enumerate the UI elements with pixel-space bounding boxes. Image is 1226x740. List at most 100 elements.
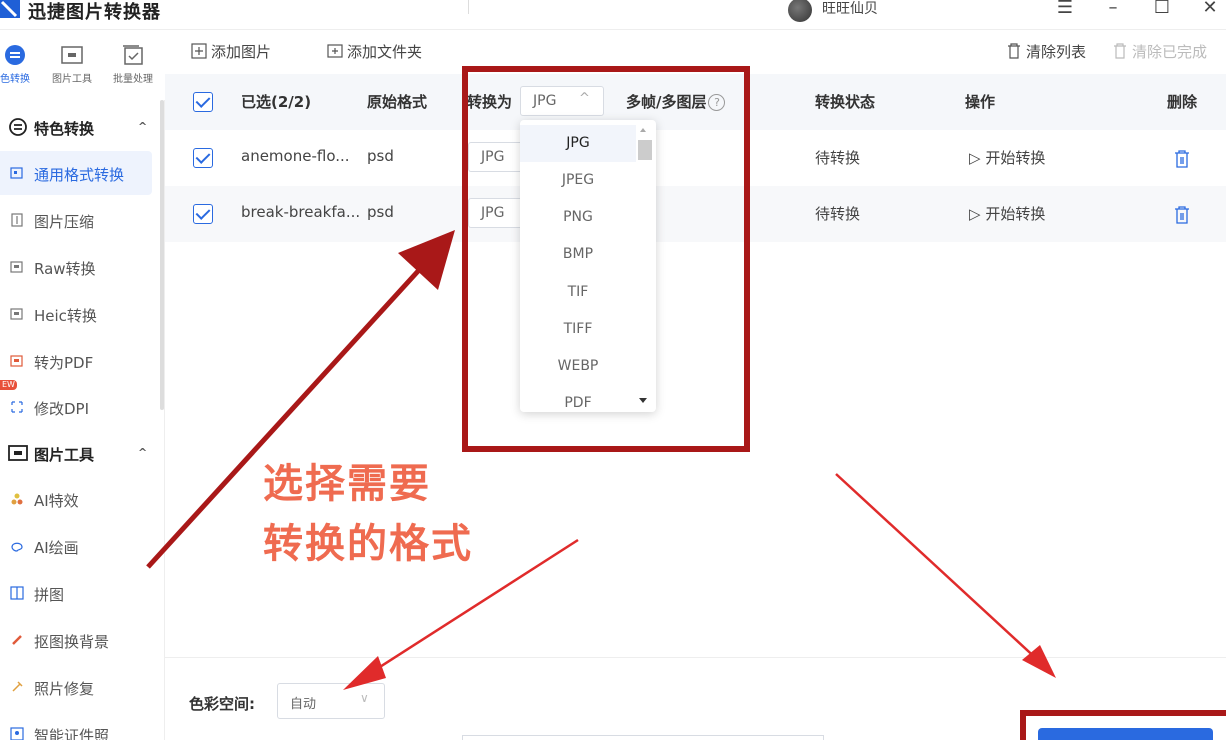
start-convert-button[interactable]: ▷ 开始转换 [969, 203, 1045, 224]
sidebar-item-heic[interactable]: Heic转换 [0, 292, 152, 336]
id-photo-icon [10, 727, 24, 740]
image-tools-icon [61, 46, 83, 64]
row-checkbox[interactable] [193, 148, 213, 168]
color-space-label: 色彩空间: [189, 695, 255, 713]
raw-icon [10, 261, 23, 273]
compress-icon [11, 213, 23, 227]
sidebar-item-label: 照片修复 [34, 680, 95, 698]
sidebar-item-general-convert[interactable]: 通用格式转换 [0, 151, 152, 195]
header-delete: 删除 [1167, 93, 1198, 111]
header-selected: 已选(2/2) [241, 93, 312, 111]
add-image-button[interactable]: 添加图片 [191, 41, 271, 62]
collage-icon [10, 586, 24, 600]
annotation-text: 选择需要 转换的格式 [263, 454, 473, 574]
sidebar-item-raw[interactable]: Raw转换 [0, 245, 152, 289]
output-path-field[interactable] [462, 735, 824, 740]
cutout-icon [12, 635, 22, 645]
mode-image-tools[interactable]: 图片工具 [47, 44, 97, 85]
mode-label: 批量处理 [113, 74, 153, 85]
mode-label: 图片工具 [52, 74, 92, 85]
username[interactable]: 旺旺仙贝 [822, 0, 878, 18]
sidebar-group-label: 图片工具 [34, 446, 95, 464]
mode-nav: 色转换 图片工具 批量处理 [0, 40, 165, 90]
mode-batch-process[interactable]: 批量处理 [108, 44, 158, 85]
clear-list-label: 清除列表 [1026, 43, 1087, 61]
clear-list-button[interactable]: 清除列表 [1006, 41, 1086, 62]
app-logo-icon [0, 0, 20, 18]
clear-done-label: 清除已完成 [1132, 43, 1208, 61]
sidebar-item-ai-paint[interactable]: AI绘画 [0, 524, 152, 568]
convert-icon [10, 167, 23, 179]
add-icon [191, 43, 207, 59]
delete-icon[interactable] [1173, 205, 1191, 225]
row-status: 待转换 [815, 205, 861, 223]
title-bar: 迅捷图片转换器 旺旺仙贝 ☰ – ☐ ✕ [0, 0, 1226, 30]
mode-feature-convert[interactable]: 色转换 [0, 44, 40, 85]
sidebar-item-dpi[interactable]: 修改DPI [0, 385, 152, 429]
sidebar-group-image-tools[interactable]: 图片工具 ^ [0, 433, 160, 473]
add-folder-button[interactable]: 添加文件夹 [327, 41, 422, 62]
sidebar-item-collage[interactable]: 拼图 [0, 571, 152, 615]
pdf-icon [10, 355, 23, 367]
title-separator [468, 0, 469, 14]
sidebar-item-id-photo[interactable]: 智能证件照 [0, 712, 152, 740]
header-action: 操作 [965, 93, 996, 111]
sidebar-scrollbar[interactable] [160, 100, 164, 410]
file-name: break-breakfa... [241, 203, 361, 221]
start-convert-label: 开始转换 [985, 205, 1046, 223]
photo-repair-icon [12, 681, 23, 692]
minimize-icon[interactable]: – [1102, 0, 1124, 19]
sidebar-item-ai-effect[interactable]: AI特效 [0, 477, 152, 521]
annotation-line2: 转换的格式 [263, 521, 473, 567]
header-status: 转换状态 [815, 93, 876, 111]
add-folder-icon [327, 44, 343, 58]
maximize-icon[interactable]: ☐ [1151, 0, 1173, 19]
chevron-down-icon: ∨ [360, 691, 369, 705]
close-icon[interactable]: ✕ [1199, 0, 1221, 19]
ai-paint-icon [11, 542, 23, 552]
sidebar-item-label: 修改DPI [34, 400, 90, 418]
color-space-value: 自动 [290, 697, 317, 712]
trash-icon [1114, 43, 1126, 59]
avatar[interactable] [788, 0, 812, 22]
sidebar-group-label: 特色转换 [34, 120, 95, 138]
sidebar-group-feature-convert[interactable]: 特色转换 ^ [0, 107, 160, 147]
sidebar-item-compress[interactable]: 图片压缩 [0, 198, 152, 242]
start-convert-button[interactable]: ▷ 开始转换 [969, 147, 1045, 168]
image-tools-icon [8, 445, 28, 461]
annotation-line1: 选择需要 [263, 461, 431, 507]
file-name: anemone-flo... [241, 147, 350, 165]
feature-convert-icon [9, 118, 27, 136]
sidebar-item-photo-repair[interactable]: 照片修复 [0, 665, 152, 709]
play-icon: ▷ [969, 205, 986, 223]
sidebar-item-label: 抠图换背景 [34, 633, 110, 651]
batch-process-icon [123, 45, 143, 65]
color-space-select[interactable]: 自动 ∨ [277, 683, 385, 719]
sidebar-item-cutout[interactable]: 抠图换背景 [0, 618, 152, 662]
sidebar-item-label: 通用格式转换 [34, 166, 125, 184]
sidebar-item-to-pdf[interactable]: 转为PDF [0, 339, 152, 383]
sidebar-item-label: Raw转换 [34, 260, 96, 278]
menu-icon[interactable]: ☰ [1054, 0, 1076, 19]
sidebar-item-label: AI绘画 [34, 539, 79, 557]
annotation-box-start [1020, 710, 1226, 740]
header-original-format: 原始格式 [367, 93, 428, 111]
sidebar-item-label: 转为PDF [34, 354, 94, 372]
sidebar-item-label: 图片压缩 [34, 213, 95, 231]
play-icon: ▷ [969, 149, 986, 167]
row-checkbox[interactable] [193, 204, 213, 224]
chevron-up-icon[interactable]: ^ [138, 120, 147, 133]
arrow-to-start [835, 473, 1056, 678]
add-image-label: 添加图片 [211, 43, 272, 61]
chevron-up-icon[interactable]: ^ [138, 446, 147, 459]
ai-effect-icon [11, 493, 23, 505]
delete-icon[interactable] [1173, 149, 1191, 169]
app-title: 迅捷图片转换器 [28, 2, 161, 23]
file-format: psd [367, 203, 394, 221]
select-all-checkbox[interactable] [193, 92, 213, 112]
clear-done-button[interactable]: 清除已完成 [1112, 41, 1207, 62]
mode-label: 色转换 [0, 74, 30, 85]
row-status: 待转换 [815, 149, 861, 167]
sidebar-item-label: 智能证件照 [34, 727, 110, 740]
heic-icon [10, 308, 23, 320]
